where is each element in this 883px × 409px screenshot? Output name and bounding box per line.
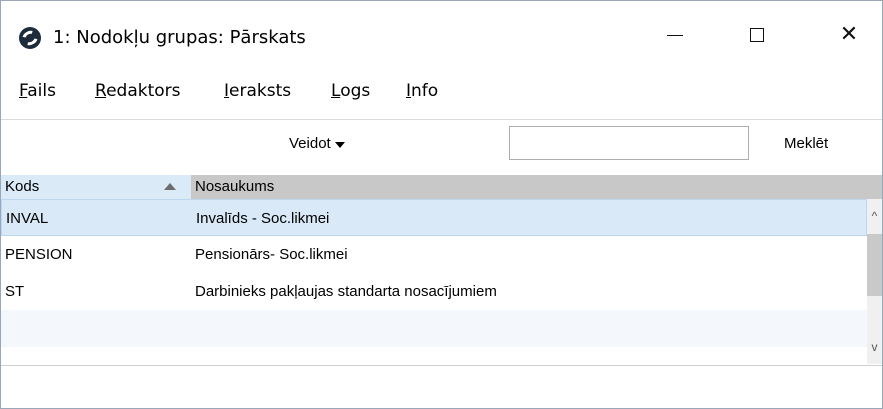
divider [1, 365, 882, 366]
menu-logs[interactable]: Logs [331, 76, 370, 106]
create-dropdown-button[interactable]: Veidot [289, 134, 345, 154]
table-header: Kods Nosaukums [1, 175, 882, 199]
scroll-up-icon[interactable]: ^ [867, 207, 882, 225]
column-header-nosaukums-label: Nosaukums [195, 178, 275, 195]
menu-redaktors[interactable]: Redaktors [95, 76, 181, 106]
toolbar: Veidot Meklēt [1, 119, 882, 176]
window-title: 1: Nodokļu grupas: Pārskats [53, 27, 306, 48]
column-header-nosaukums[interactable]: Nosaukums [191, 175, 882, 199]
maximize-icon [750, 28, 764, 42]
create-dropdown-label: Veidot [289, 135, 331, 152]
menu-info-label: nfo [411, 81, 439, 101]
close-button[interactable]: ✕ [826, 15, 872, 55]
menu-redaktors-mnemonic: R [95, 81, 107, 101]
menu-logs-label: ogs [340, 81, 371, 101]
minimize-icon [667, 34, 683, 36]
menu-info[interactable]: Info [406, 76, 438, 106]
table-row[interactable]: PENSION Pensionārs- Soc.likmei [1, 236, 867, 273]
menu-bar: Fails Redaktors Ieraksts Logs Info [1, 76, 882, 106]
menu-fails-mnemonic: F [19, 81, 28, 101]
menu-fails-label: ails [27, 81, 56, 101]
sort-ascending-icon [164, 183, 176, 190]
scroll-down-icon[interactable]: v [867, 338, 882, 356]
menu-redaktors-label: edaktors [106, 81, 181, 101]
menu-ieraksts-label: eraksts [229, 81, 292, 101]
close-icon: ✕ [839, 22, 859, 47]
cell-kods: INVAL [6, 210, 49, 227]
scroll-thumb[interactable] [867, 234, 882, 296]
cell-nosaukums: Invalīds - Soc.likmei [196, 210, 330, 227]
table-row[interactable]: ST Darbinieks pakļaujas standarta nosacī… [1, 273, 867, 310]
cell-nosaukums: Pensionārs- Soc.likmei [195, 246, 348, 263]
table-row-empty[interactable] [1, 310, 867, 347]
app-window: 1: Nodokļu grupas: Pārskats ✕ Fails Reda… [0, 0, 883, 409]
minimize-button[interactable] [652, 15, 698, 55]
column-header-kods[interactable]: Kods [1, 175, 191, 199]
table-row[interactable]: INVAL Invalīds - Soc.likmei [1, 199, 867, 236]
title-bar[interactable]: 1: Nodokļu grupas: Pārskats ✕ [1, 1, 882, 69]
app-logo-icon[interactable] [19, 27, 41, 49]
vertical-scrollbar[interactable]: ^ v [867, 199, 882, 364]
menu-ieraksts[interactable]: Ieraksts [224, 76, 291, 106]
menu-logs-mnemonic: L [331, 81, 341, 101]
cell-nosaukums: Darbinieks pakļaujas standarta nosacījum… [195, 283, 497, 300]
cell-kods: PENSION [5, 246, 73, 263]
caret-down-icon [334, 142, 345, 148]
column-header-kods-label: Kods [5, 178, 40, 195]
search-input[interactable] [509, 126, 749, 160]
maximize-button[interactable] [734, 15, 780, 55]
search-button[interactable]: Meklēt [784, 134, 828, 154]
cell-kods: ST [5, 283, 25, 300]
menu-fails[interactable]: Fails [19, 76, 56, 106]
